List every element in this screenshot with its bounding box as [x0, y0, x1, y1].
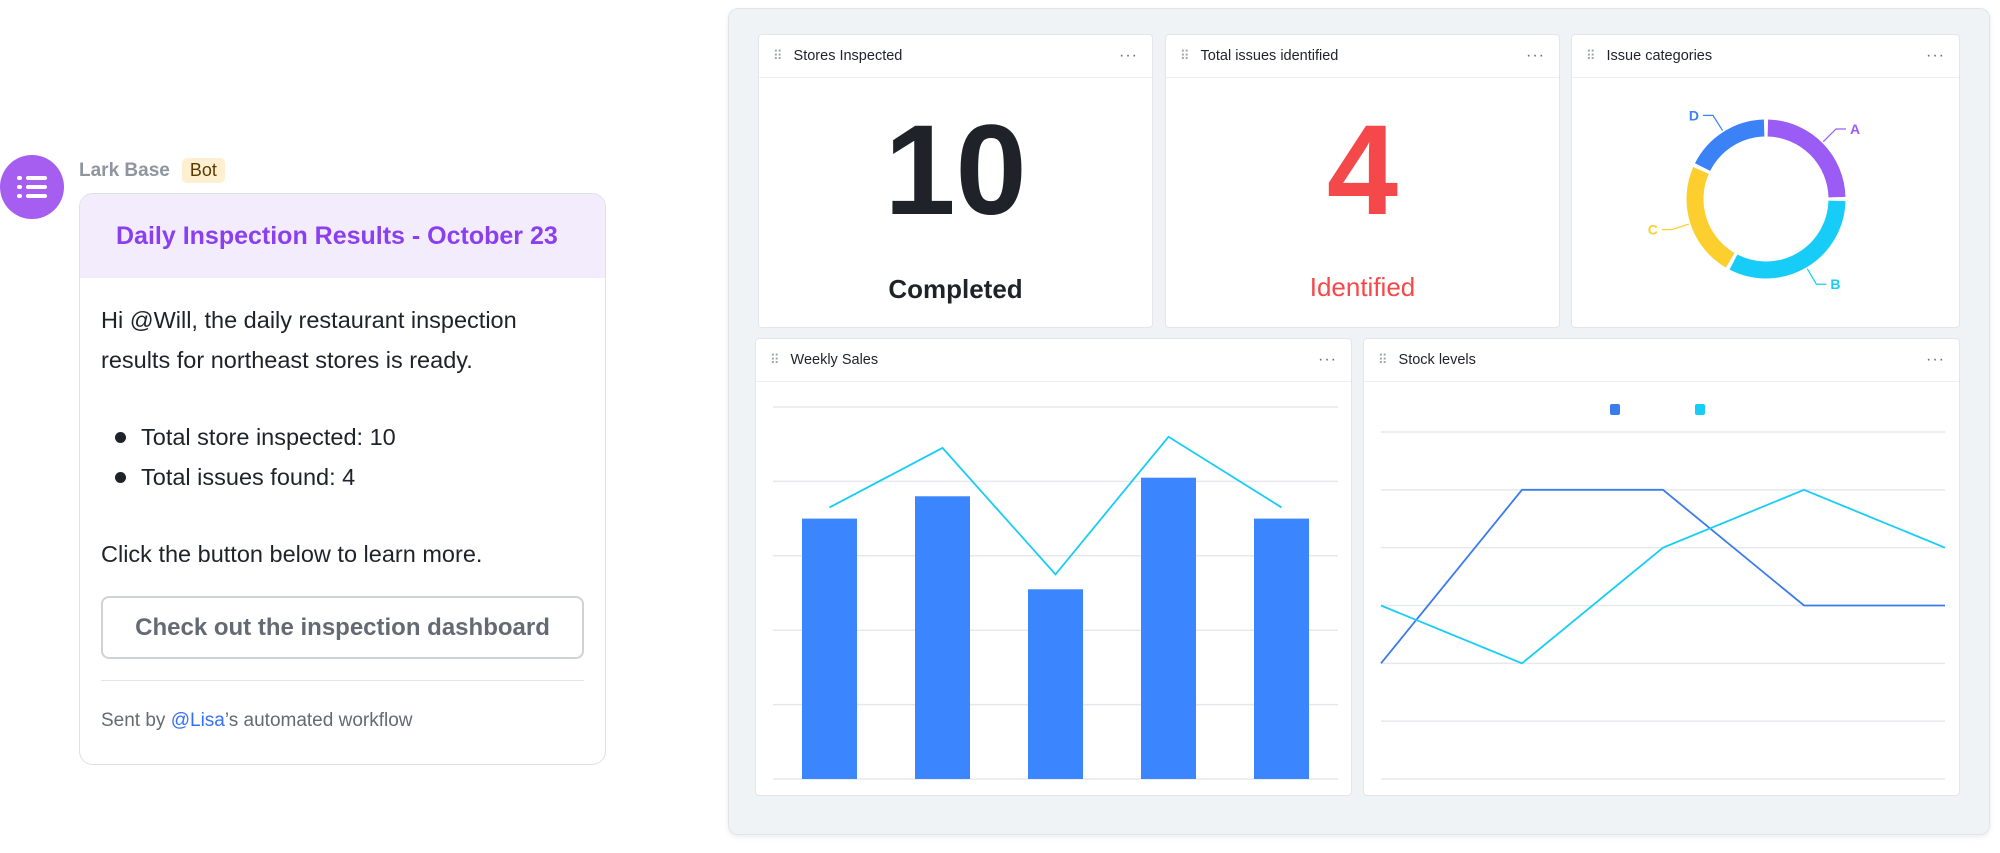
- donut-segment-D: [1694, 119, 1765, 172]
- dashboard-button[interactable]: Check out the inspection dashboard: [101, 596, 584, 659]
- sender-name: Lark Base: [79, 159, 170, 181]
- issues-value: 4: [1326, 99, 1399, 242]
- donut-leader-line: [1661, 223, 1690, 231]
- divider: [101, 680, 584, 681]
- sender-row: Lark Base Bot: [79, 158, 225, 183]
- stock-line: [1380, 488, 1946, 665]
- message-card: Daily Inspection Results - October 23 Hi…: [79, 193, 606, 765]
- stores-value: 10: [884, 99, 1027, 242]
- card-title: Daily Inspection Results - October 23: [80, 194, 605, 278]
- bar: [1141, 477, 1196, 779]
- donut-segment-C: [1686, 167, 1735, 268]
- drag-handle-icon[interactable]: ⠿: [773, 48, 782, 64]
- list-icon: [17, 176, 47, 198]
- donut-label: C: [1648, 222, 1658, 238]
- donut-chart: A B C D: [1648, 107, 1860, 292]
- bar: [915, 496, 970, 779]
- drag-handle-icon[interactable]: ⠿: [1586, 48, 1595, 64]
- widget-title: Stock levels: [1398, 352, 1476, 368]
- bar: [1028, 589, 1083, 779]
- more-icon[interactable]: ···: [1119, 47, 1138, 65]
- intro-text: Hi @Will, the daily restaurant inspectio…: [101, 307, 517, 373]
- summary-list: Total store inspected: 10 Total issues f…: [115, 417, 584, 497]
- more-icon[interactable]: ···: [1318, 351, 1337, 369]
- donut-segment-B: [1729, 200, 1846, 279]
- more-icon[interactable]: ···: [1526, 47, 1545, 65]
- bot-badge: Bot: [181, 158, 225, 183]
- donut-label: D: [1689, 107, 1699, 123]
- legend-swatch: [1610, 404, 1620, 415]
- donut-leader-line: [1806, 268, 1827, 285]
- bot-avatar[interactable]: [0, 155, 64, 219]
- donut-leader-line: [1702, 114, 1724, 131]
- mention-link[interactable]: @Lisa: [171, 710, 225, 731]
- donut-leader-line: [1822, 128, 1847, 143]
- widget-title: Stores Inspected: [793, 48, 903, 64]
- more-icon[interactable]: ···: [1926, 351, 1945, 369]
- widget-total-issues[interactable]: ⠿ Total issues identified ··· 4 Identified: [1165, 34, 1560, 328]
- donut-label: A: [1850, 121, 1860, 137]
- more-icon[interactable]: ···: [1926, 47, 1945, 65]
- drag-handle-icon[interactable]: ⠿: [770, 352, 779, 368]
- issues-label: Identified: [1309, 272, 1416, 302]
- widget-issue-categories[interactable]: ⠿ Issue categories ··· A B C D: [1571, 34, 1960, 328]
- donut-label: B: [1830, 276, 1840, 292]
- legend-swatch: [1695, 404, 1705, 415]
- widget-title: Weekly Sales: [790, 352, 879, 368]
- widget-stores-inspected[interactable]: ⠿ Stores Inspected ··· 10 Completed: [758, 34, 1153, 328]
- drag-handle-icon[interactable]: ⠿: [1180, 48, 1189, 64]
- weekly-sales-chart: [773, 406, 1338, 780]
- cta-text: Click the button below to learn more.: [101, 541, 483, 567]
- stock-line: [1380, 488, 1945, 664]
- bar: [802, 518, 857, 779]
- list-item: Total issues found: 4: [115, 457, 584, 497]
- widget-title: Total issues identified: [1200, 48, 1339, 64]
- widget-stock-levels[interactable]: ⠿ Stock levels ···: [1363, 338, 1960, 796]
- bar: [1254, 518, 1309, 779]
- list-item: Total store inspected: 10: [115, 417, 584, 457]
- widget-title: Issue categories: [1606, 48, 1713, 64]
- drag-handle-icon[interactable]: ⠿: [1378, 352, 1387, 368]
- stores-label: Completed: [888, 274, 1023, 304]
- stock-levels-chart: [1380, 404, 1946, 780]
- footer-text: Sent by @Lisa’s automated workflow: [101, 710, 413, 731]
- widget-weekly-sales[interactable]: ⠿ Weekly Sales ···: [755, 338, 1352, 796]
- sales-line: [829, 435, 1282, 576]
